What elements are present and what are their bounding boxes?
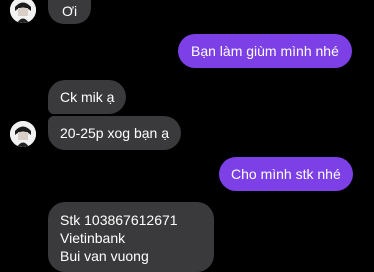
message-bubble-incoming[interactable]: Ck mik ạ bbox=[48, 80, 127, 114]
message-text-line: Vietinbank bbox=[60, 230, 126, 246]
message-text-line: Bui van vuong bbox=[60, 248, 149, 264]
message-text: Bạn làm giùm mình nhé bbox=[191, 43, 339, 59]
message-text: Ck mik ạ bbox=[60, 89, 115, 105]
avatar-icon bbox=[10, 121, 36, 147]
message-bubble-incoming[interactable]: Stk 103867612671 Vietinbank Bui van vuon… bbox=[48, 202, 214, 272]
message-text-line: Stk 103867612671 bbox=[60, 212, 178, 228]
message-bubble-outgoing[interactable]: Cho mình stk nhé bbox=[219, 157, 353, 191]
message-bubble-outgoing[interactable]: Bạn làm giùm mình nhé bbox=[178, 34, 352, 68]
message-bubble-incoming[interactable]: 20-25p xog bạn ạ bbox=[48, 116, 181, 150]
message-bubble-incoming[interactable]: Ơi bbox=[48, 0, 92, 24]
message-text: Cho mình stk nhé bbox=[231, 166, 341, 182]
avatar-icon bbox=[10, 0, 36, 23]
contact-avatar[interactable] bbox=[10, 121, 36, 147]
message-text: Ơi bbox=[62, 3, 78, 19]
chat-thread: Ơi Bạn làm giùm mình nhé Ck mik ạ 20-25p… bbox=[0, 0, 374, 272]
message-text: 20-25p xog bạn ạ bbox=[60, 125, 169, 141]
contact-avatar[interactable] bbox=[10, 0, 36, 23]
